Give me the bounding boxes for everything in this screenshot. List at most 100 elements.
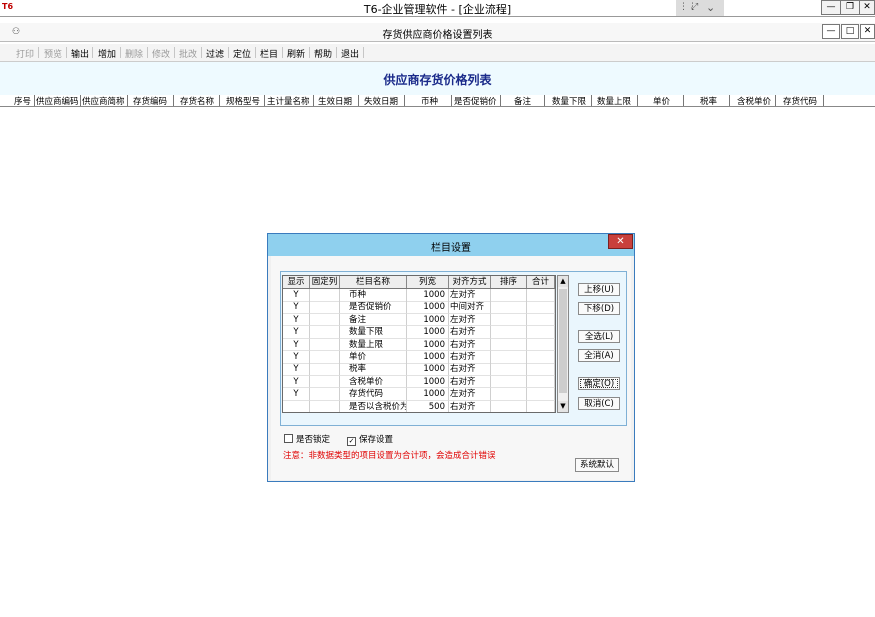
grid-cell-fixed[interactable] — [310, 313, 340, 327]
grid-cell-width[interactable]: 1000 — [407, 375, 449, 389]
grid-row[interactable]: Y 数量下限 1000 右对齐 — [283, 326, 555, 339]
grid-cell-sort[interactable] — [491, 351, 527, 364]
grid-cell-sort[interactable] — [491, 289, 527, 302]
column-header-cell[interactable]: 税率 — [700, 95, 717, 107]
grid-row[interactable]: Y 税率 1000 右对齐 — [283, 363, 555, 376]
grid-cell-align[interactable]: 左对齐 — [449, 388, 491, 401]
grid-cell-fixed[interactable] — [310, 400, 340, 412]
window-minimize-button[interactable]: — — [822, 24, 840, 39]
grid-cell-width[interactable]: 1000 — [407, 351, 449, 364]
grid-vertical-scrollbar[interactable]: ▲ ▼ — [557, 275, 569, 413]
toolbar-filter-button[interactable]: 过滤 — [206, 47, 224, 60]
grid-cell-sum[interactable] — [527, 301, 555, 314]
scroll-thumb[interactable] — [559, 289, 567, 393]
grid-cell-fixed[interactable] — [310, 363, 340, 376]
grid-cell-align[interactable]: 中间对齐 — [449, 301, 491, 314]
grid-cell-show[interactable]: Y — [283, 326, 310, 339]
column-divider[interactable] — [358, 95, 359, 106]
grid-header-sum[interactable]: 合计 — [527, 276, 555, 288]
toolbar-add-button[interactable]: 增加 — [98, 47, 116, 60]
system-default-button[interactable]: 系统默认 — [575, 458, 619, 472]
grid-cell-sum[interactable] — [527, 326, 555, 339]
dialog-close-button[interactable]: ✕ — [608, 234, 633, 249]
grid-cell-fixed[interactable] — [310, 375, 340, 389]
grid-cell-align[interactable]: 左对齐 — [449, 289, 491, 302]
column-divider[interactable] — [683, 95, 684, 106]
grid-cell-show[interactable]: Y — [283, 313, 310, 327]
grid-cell-sum[interactable] — [527, 289, 555, 302]
grid-cell-show[interactable]: Y — [283, 289, 310, 302]
grid-cell-sum[interactable] — [527, 388, 555, 401]
grid-row[interactable]: Y 单价 1000 右对齐 — [283, 351, 555, 364]
grid-cell-sum[interactable] — [527, 363, 555, 376]
grid-header-width[interactable]: 列宽 — [407, 276, 449, 288]
grid-cell-fixed[interactable] — [310, 388, 340, 401]
column-divider[interactable] — [219, 95, 220, 106]
grid-header-show[interactable]: 显示 — [283, 276, 310, 288]
column-header-cell[interactable]: 主计量名称 — [267, 95, 310, 107]
grid-row[interactable]: Y 含税单价 1000 右对齐 — [283, 375, 555, 389]
grid-cell-fixed[interactable] — [310, 338, 340, 352]
move-down-button[interactable]: 下移(D) — [578, 302, 620, 315]
grid-cell-sum[interactable] — [527, 313, 555, 327]
grid-cell-name[interactable]: 是否促销价 — [340, 301, 407, 314]
grid-header-name[interactable]: 栏目名称 — [340, 276, 407, 288]
toolbar-modify-button[interactable]: 修改 — [152, 47, 170, 60]
window-close-button[interactable]: ✕ — [860, 24, 875, 39]
grid-cell-sum[interactable] — [527, 400, 555, 412]
grid-cell-width[interactable]: 1000 — [407, 338, 449, 352]
grid-cell-width[interactable]: 1000 — [407, 388, 449, 401]
clear-all-button[interactable]: 全消(A) — [578, 349, 620, 362]
grid-row[interactable]: Y 数量上限 1000 右对齐 — [283, 338, 555, 352]
column-divider[interactable] — [313, 95, 314, 106]
grid-cell-sort[interactable] — [491, 313, 527, 327]
grid-cell-width[interactable]: 1000 — [407, 313, 449, 327]
grid-row[interactable]: Y 备注 1000 左对齐 — [283, 313, 555, 327]
grid-cell-sort[interactable] — [491, 301, 527, 314]
column-header-cell[interactable]: 存货名称 — [180, 95, 214, 107]
grid-cell-width[interactable]: 1000 — [407, 289, 449, 302]
save-settings-checkbox[interactable]: ✓ 保存设置 — [347, 433, 393, 446]
column-header-cell[interactable]: 规格型号 — [226, 95, 260, 107]
grid-cell-fixed[interactable] — [310, 351, 340, 364]
grid-cell-align[interactable]: 右对齐 — [449, 375, 491, 389]
grid-cell-width[interactable]: 1000 — [407, 301, 449, 314]
grid-cell-show[interactable]: Y — [283, 351, 310, 364]
app-close-button[interactable]: ✕ — [859, 0, 875, 15]
lock-checkbox[interactable]: 是否锁定 — [284, 433, 330, 445]
grid-cell-align[interactable]: 右对齐 — [449, 351, 491, 364]
column-header-cell[interactable]: 单价 — [653, 95, 670, 107]
grid-header-fixed[interactable]: 固定列 — [310, 276, 340, 288]
grid-cell-width[interactable]: 500 — [407, 400, 449, 412]
grid-cell-align[interactable]: 左对齐 — [449, 313, 491, 327]
toolbar-columns-button[interactable]: 栏目 — [260, 47, 278, 60]
grid-cell-name[interactable]: 币种 — [340, 289, 407, 302]
save-settings-checkbox-box[interactable]: ✓ — [347, 437, 356, 446]
column-divider[interactable] — [80, 95, 81, 106]
grid-cell-fixed[interactable] — [310, 289, 340, 302]
column-divider[interactable] — [500, 95, 501, 106]
toolbar-exit-button[interactable]: 退出 — [341, 47, 359, 60]
lock-checkbox-box[interactable] — [284, 434, 293, 443]
move-up-button[interactable]: 上移(U) — [578, 283, 620, 296]
grid-cell-align[interactable]: 右对齐 — [449, 326, 491, 339]
grid-cell-sort[interactable] — [491, 326, 527, 339]
confirm-button[interactable]: 确定(O) — [578, 377, 620, 390]
column-divider[interactable] — [451, 95, 452, 106]
grid-cell-sort[interactable] — [491, 388, 527, 401]
grid-cell-name[interactable]: 税率 — [340, 363, 407, 376]
column-divider[interactable] — [729, 95, 730, 106]
grid-cell-align[interactable]: 右对齐 — [449, 400, 491, 412]
grid-cell-align[interactable]: 右对齐 — [449, 338, 491, 352]
toolbar-print-button[interactable]: 打印 — [16, 47, 34, 60]
select-all-button[interactable]: 全选(L) — [578, 330, 620, 343]
scroll-down-icon[interactable]: ▼ — [558, 401, 568, 412]
grid-cell-sum[interactable] — [527, 338, 555, 352]
column-header-cell[interactable]: 含税单价 — [737, 95, 771, 107]
toolbar-locate-button[interactable]: 定位 — [233, 47, 251, 60]
grid-cell-show[interactable]: Y — [283, 388, 310, 401]
grid-header-align[interactable]: 对齐方式 — [449, 276, 491, 288]
toolbar-refresh-button[interactable]: 刷新 — [287, 47, 305, 60]
column-header-cell[interactable]: 存货编码 — [133, 95, 167, 107]
grid-cell-name[interactable]: 单价 — [340, 351, 407, 364]
